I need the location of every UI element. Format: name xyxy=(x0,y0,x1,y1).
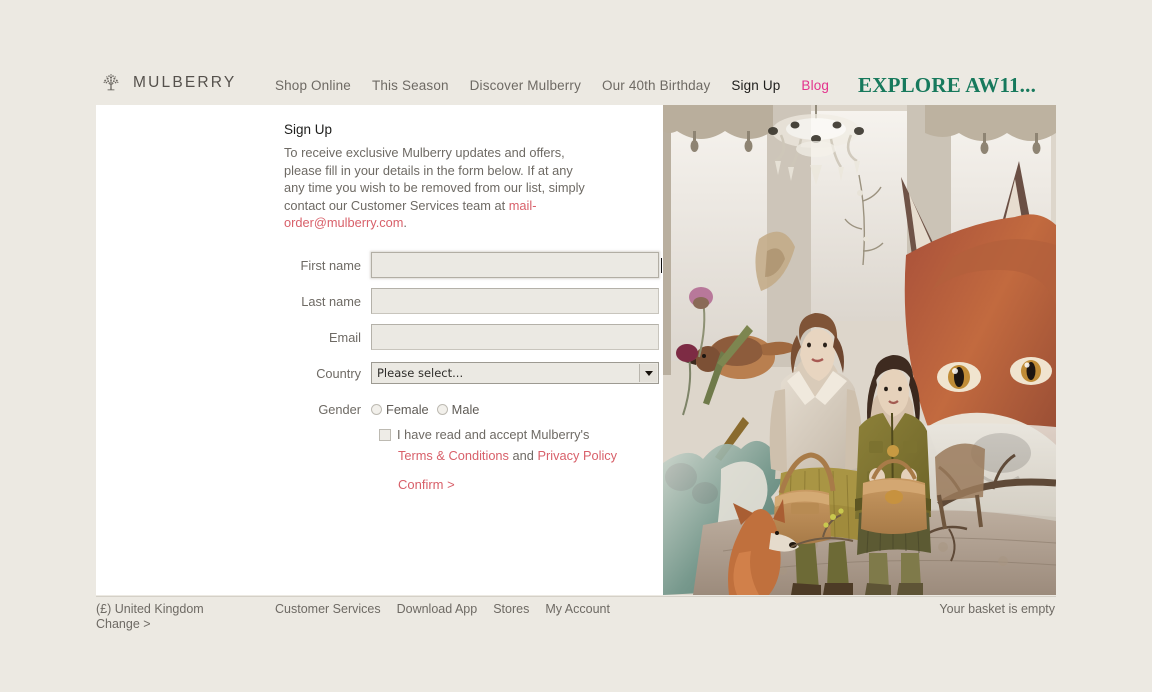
brand-logo[interactable]: MULBERRY xyxy=(98,70,236,96)
gender-female-label: Female xyxy=(386,401,429,417)
country-select[interactable]: Please select... xyxy=(371,362,659,384)
country-label: Country xyxy=(316,365,361,381)
confirm-button[interactable]: Confirm > xyxy=(379,477,659,492)
terms-conjunction: and xyxy=(512,448,534,463)
basket-status: Your basket is empty xyxy=(939,602,1055,616)
gender-option-female[interactable]: Female xyxy=(371,402,429,417)
footer-link-customer-services[interactable]: Customer Services xyxy=(275,602,381,616)
nav-item-shop-online[interactable]: Shop Online xyxy=(275,78,351,93)
gender-male-label: Male xyxy=(451,401,480,417)
nav-item-sign-up[interactable]: Sign Up xyxy=(731,78,780,93)
footer-link-download-app[interactable]: Download App xyxy=(397,602,478,616)
form-row-gender: Gender Female Male xyxy=(96,392,663,426)
nav-item-our-40th-birthday[interactable]: Our 40th Birthday xyxy=(602,78,710,93)
radio-male-icon[interactable] xyxy=(436,403,448,415)
terms-checkbox[interactable] xyxy=(379,429,391,441)
footer-region-block: (£) United Kingdom Change > xyxy=(96,602,204,632)
radio-female-icon[interactable] xyxy=(371,403,382,415)
nav-item-this-season[interactable]: This Season xyxy=(372,78,449,93)
signup-intro: Sign Up To receive exclusive Mulberry up… xyxy=(284,122,594,232)
chevron-down-icon[interactable] xyxy=(639,364,657,382)
gender-option-male[interactable]: Male xyxy=(436,401,480,417)
promo-explore-aw11[interactable]: EXPLORE AW11... xyxy=(858,73,1036,98)
footer-change-region-link[interactable]: Change > xyxy=(96,617,204,632)
intro-paragraph: To receive exclusive Mulberry updates an… xyxy=(284,144,594,232)
terms-section: I have read and accept Mulberry's Terms … xyxy=(379,426,659,492)
gender-label: Gender xyxy=(318,401,361,417)
hero-illustration xyxy=(663,105,1056,595)
terms-and-conditions-link[interactable]: Terms & Conditions xyxy=(398,448,509,463)
terms-links-row: Terms & Conditions and Privacy Policy xyxy=(379,447,659,464)
main-navigation: Shop Online This Season Discover Mulberr… xyxy=(275,78,850,93)
first-name-input-wrap xyxy=(371,252,662,278)
form-row-last-name: Last name xyxy=(96,284,663,318)
first-name-label: First name xyxy=(300,257,361,273)
content-panel: Sign Up To receive exclusive Mulberry up… xyxy=(96,105,1056,595)
gender-radio-group: Female Male xyxy=(371,402,479,417)
first-name-input[interactable] xyxy=(371,252,659,278)
nav-item-discover-mulberry[interactable]: Discover Mulberry xyxy=(470,78,581,93)
last-name-label: Last name xyxy=(301,293,361,309)
footer-link-stores[interactable]: Stores xyxy=(493,602,529,616)
intro-text-before: To receive exclusive Mulberry updates an… xyxy=(284,145,585,213)
country-selected-value: Please select... xyxy=(377,366,464,380)
text-cursor xyxy=(661,257,662,273)
site-header: MULBERRY Shop Online This Season Discove… xyxy=(0,0,1152,105)
intro-text-after: . xyxy=(403,215,407,231)
last-name-input[interactable] xyxy=(371,288,659,314)
campaign-hero-image xyxy=(663,105,1056,595)
signup-form: First name Last name Email Country Pleas… xyxy=(96,248,663,428)
signup-form-pane: Sign Up To receive exclusive Mulberry up… xyxy=(96,105,663,595)
triangle-glyph xyxy=(644,370,653,376)
form-row-email: Email xyxy=(96,320,663,354)
footer-link-my-account[interactable]: My Account xyxy=(545,602,610,616)
mulberry-tree-icon xyxy=(103,74,119,91)
footer-links: Customer Services Download App Stores My… xyxy=(275,602,610,616)
nav-item-blog[interactable]: Blog xyxy=(801,78,829,93)
page-title: Sign Up xyxy=(284,122,333,137)
footer-region-label: (£) United Kingdom xyxy=(96,602,204,616)
privacy-policy-link[interactable]: Privacy Policy xyxy=(537,448,617,463)
mulberry-signup-page: MULBERRY Shop Online This Season Discove… xyxy=(0,0,1152,692)
brand-name: MULBERRY xyxy=(133,74,237,91)
terms-accept-label: I have read and accept Mulberry's xyxy=(397,427,590,442)
terms-accept-row: I have read and accept Mulberry's xyxy=(379,426,659,443)
form-row-first-name: First name xyxy=(96,248,663,282)
email-input[interactable] xyxy=(371,324,659,350)
site-footer: (£) United Kingdom Change > Customer Ser… xyxy=(96,596,1056,643)
form-row-country: Country Please select... xyxy=(96,356,663,390)
email-label: Email xyxy=(329,329,361,345)
